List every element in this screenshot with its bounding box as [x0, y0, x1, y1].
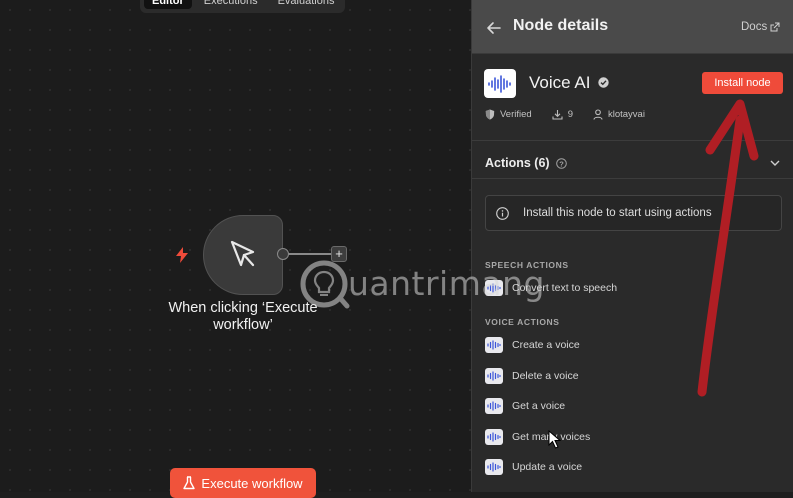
manual-trigger-node[interactable]	[203, 215, 283, 295]
svg-text:?: ?	[559, 159, 564, 168]
docs-label: Docs	[741, 21, 768, 33]
view-tabs: Editor Executions Evaluations	[140, 0, 345, 13]
action-label: Delete a voice	[512, 370, 579, 382]
tab-evaluations[interactable]: Evaluations	[270, 0, 343, 9]
waveform-icon	[485, 368, 503, 384]
info-icon	[496, 207, 509, 220]
action-label: Create a voice	[512, 339, 580, 351]
workflow-canvas[interactable]: Editor Executions Evaluations + When cli…	[0, 0, 471, 498]
connector-line	[289, 253, 331, 255]
output-connector[interactable]	[277, 248, 289, 260]
action-item[interactable]: Delete a voice	[485, 368, 579, 384]
cursor-icon	[230, 240, 255, 267]
section-label-voice-actions: VOICE ACTIONS	[485, 317, 560, 327]
lightbulb-logo-icon	[300, 260, 350, 309]
help-icon[interactable]: ?	[555, 157, 567, 169]
action-item[interactable]: Get a voice	[485, 398, 565, 414]
action-label: Update a voice	[512, 461, 583, 473]
tab-editor[interactable]: Editor	[144, 0, 192, 9]
watermark-text: uantrimang	[348, 264, 545, 303]
author-name: klotayvai	[607, 109, 645, 120]
panel-title: Node details	[513, 17, 609, 34]
execute-workflow-label: Execute workflow	[201, 475, 303, 491]
actions-label: Actions (6)	[485, 156, 550, 170]
actions-header[interactable]: Actions (6) ?	[485, 156, 567, 170]
waveform-icon	[485, 337, 503, 353]
action-item[interactable]: Update a voice	[485, 459, 582, 475]
verified-label: Verified	[500, 109, 532, 120]
voice-ai-logo	[484, 69, 516, 98]
mouse-pointer-icon	[548, 430, 562, 449]
download-icon	[552, 110, 563, 120]
node-meta: Verified 9 klotayvai	[485, 109, 645, 120]
lightning-icon	[176, 247, 188, 263]
verified-badge-icon	[598, 77, 609, 88]
download-count: 9	[567, 109, 573, 120]
node-name: Voice AI	[529, 73, 591, 92]
waveform-icon	[485, 429, 503, 445]
shield-icon	[485, 109, 495, 120]
waveform-icon	[488, 74, 511, 93]
flask-icon	[183, 476, 196, 490]
back-arrow-icon[interactable]	[486, 20, 502, 36]
chevron-down-icon[interactable]	[769, 158, 781, 168]
docs-link[interactable]: Docs	[741, 21, 780, 33]
action-item[interactable]: Get many voices	[485, 429, 590, 445]
tab-executions[interactable]: Executions	[196, 0, 266, 9]
panel-header: Node details Docs	[472, 0, 793, 54]
action-item[interactable]: Create a voice	[485, 337, 580, 353]
annotation-arrow	[697, 99, 759, 397]
watermark: uantrimang	[298, 258, 544, 310]
waveform-icon	[485, 459, 503, 475]
action-label: Get a voice	[512, 400, 566, 412]
external-link-icon	[770, 22, 780, 32]
waveform-icon	[485, 398, 503, 414]
execute-workflow-button[interactable]: Execute workflow	[170, 468, 316, 498]
user-icon	[593, 109, 603, 120]
